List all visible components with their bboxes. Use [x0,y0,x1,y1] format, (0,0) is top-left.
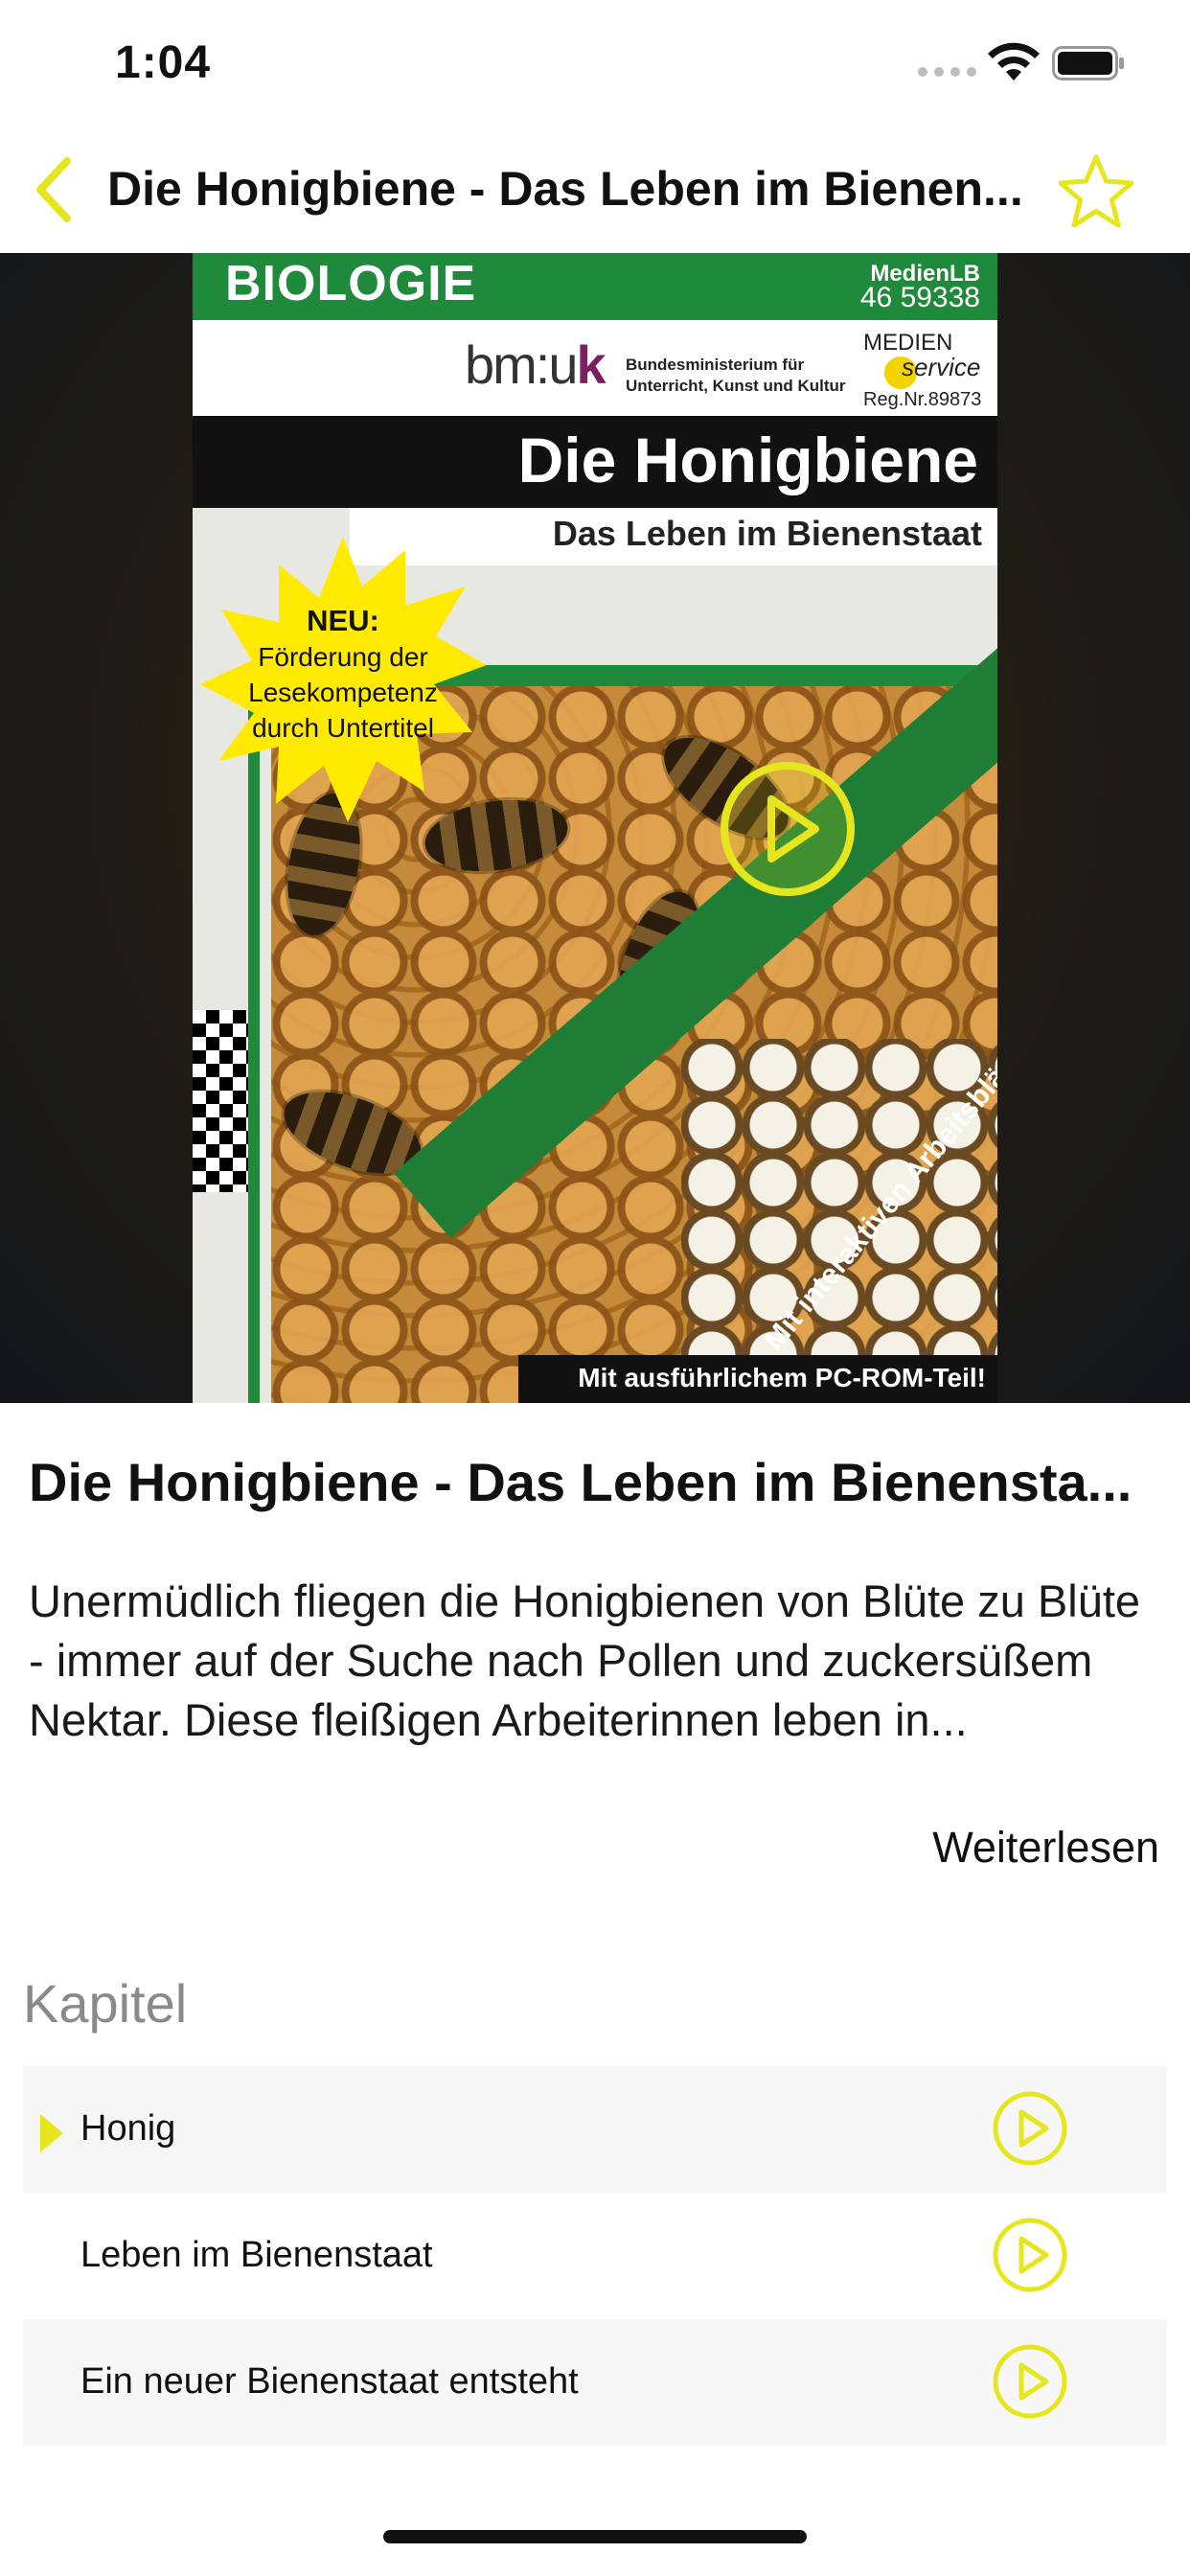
bmuk-logo: bm:uk [465,334,606,395]
chapter-label: Honig [80,2108,176,2149]
play-circle-icon[interactable] [991,2342,1069,2421]
nav-title: Die Honigbiene - Das Leben im Bienen... [107,162,1023,216]
content-title: Die Honigbiene - Das Leben im Bienensta.… [29,1452,1133,1512]
cover-subject: BIOLOGIE [225,256,477,311]
navigation-bar: Die Honigbiene - Das Leben im Bienen... [0,126,1190,253]
cover-logo-band: bm:uk Bundesministerium für Unterricht, … [193,320,997,416]
battery-icon [1052,46,1124,80]
star-outline-icon[interactable] [1054,151,1138,232]
ministry-text: Bundesministerium für Unterricht, Kunst … [626,356,846,395]
cover-bottom-text: Mit ausführlichem PC-ROM-Teil! [578,1363,986,1392]
larvae-cells [681,1039,997,1403]
screen: 1:04 Die Honigbiene - Das Leben im Biene… [0,0,1190,2576]
content-description: Unermüdlich fliegen die Honigbienen von … [29,1576,1141,1745]
chevron-left-icon[interactable] [31,155,79,224]
starburst-text: NEU: Förderung der Lesekompetenz durch U… [248,604,438,743]
chapter-item[interactable]: Ein neuer Bienenstaat entsteht [23,2319,1167,2446]
cover-title-band: Die Honigbiene [193,416,997,508]
chapter-label: Ein neuer Bienenstaat entsteht [80,2361,579,2402]
chapter-item[interactable]: Leben im Bienenstaat [23,2193,1167,2319]
active-chapter-marker-icon [40,2114,63,2152]
chapters-section-title: Kapitel [23,1973,188,2034]
checker-pattern [193,1010,248,1192]
wifi-icon [988,42,1040,80]
cellular-signal-icon [918,67,976,77]
play-icon[interactable] [716,757,859,901]
home-indicator[interactable] [383,2530,807,2543]
chapter-item[interactable]: Honig [23,2066,1167,2193]
status-bar: 1:04 [0,0,1190,126]
cover-code-number: 46 59338 [859,282,980,313]
play-circle-icon[interactable] [991,2089,1069,2168]
cover-subtitle: Das Leben im Bienenstaat [552,514,982,553]
cover-bottom-band: Mit ausführlichem PC-ROM-Teil! [518,1355,997,1403]
cover-image: BIOLOGIE MedienLB 46 59338 bm:uk Bundesm… [193,253,997,1403]
chapter-list: Honig Leben im Bienenstaat Ein neuer Bie… [23,2066,1167,2446]
cover-header: BIOLOGIE MedienLB 46 59338 [193,253,997,320]
service-logo: service [902,353,981,381]
play-circle-icon[interactable] [991,2216,1069,2294]
cover-title: Die Honigbiene [517,425,978,495]
chapter-label: Leben im Bienenstaat [80,2235,433,2275]
status-time: 1:04 [115,37,212,88]
read-more-link[interactable]: Weiterlesen [932,1823,1159,1873]
registration-number: Reg.Nr.89873 [863,389,982,410]
video-thumbnail[interactable]: BIOLOGIE MedienLB 46 59338 bm:uk Bundesm… [0,253,1190,1403]
